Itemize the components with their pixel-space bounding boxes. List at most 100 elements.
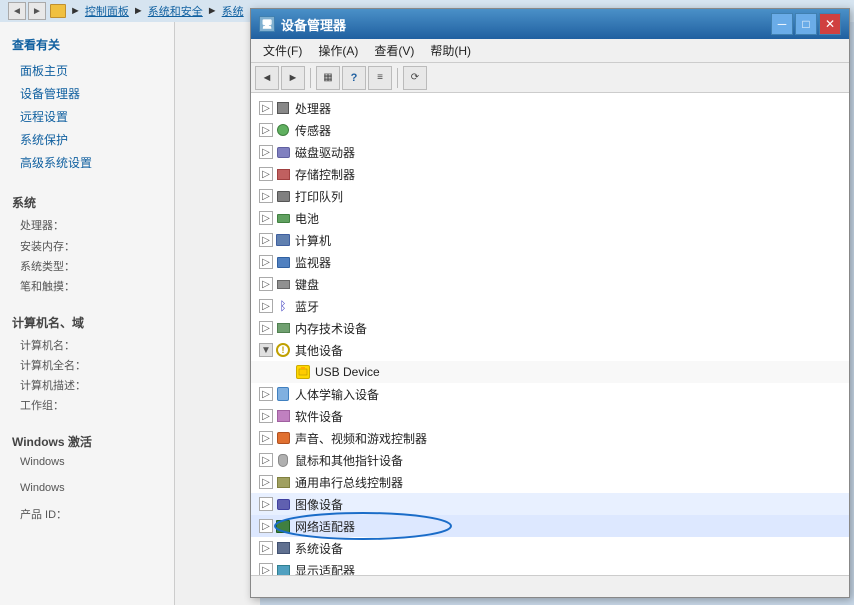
menubar: 文件(F) 操作(A) 查看(V) 帮助(H) [251,39,849,63]
tree-item-sysdev[interactable]: ▷ 系统设备 [251,537,849,559]
sidebar-item-home[interactable]: 面板主页 [0,59,174,82]
expand-keyboard[interactable]: ▷ [259,277,273,291]
tree-item-mem[interactable]: ▷ 内存技术设备 [251,317,849,339]
expand-computer[interactable]: ▷ [259,233,273,247]
expand-display[interactable]: ▷ [259,563,273,575]
icon-sysdev [275,540,291,556]
toolbar-list-button[interactable]: ≡ [368,66,392,90]
tree-item-software[interactable]: ▷ 软件设备 [251,405,849,427]
tree-item-storage[interactable]: ▷ 存储控制器 [251,163,849,185]
tree-item-network[interactable]: ▷ 网络适配器 [251,515,849,537]
tree-item-usb-device[interactable]: USB Device [251,361,849,383]
tree-item-monitor[interactable]: ▷ 监视器 [251,251,849,273]
toolbar-forward-button[interactable]: ► [281,66,305,90]
label-display: 显示适配器 [295,562,355,576]
label-computer: 计算机 [295,232,331,249]
tree-item-sensor[interactable]: ▷ 传感器 [251,119,849,141]
section-activation: Windows 激活 [0,425,174,454]
expand-other[interactable]: ▼ [259,343,273,357]
expand-serial[interactable]: ▷ [259,475,273,489]
label-sysdev: 系统设备 [295,540,343,557]
expand-hid[interactable]: ▷ [259,387,273,401]
section-computername: 计算机名、域 [0,306,174,335]
label-serial: 通用串行总线控制器 [295,474,403,491]
toolbar-grid-button[interactable]: ▦ [316,66,340,90]
minimize-button[interactable]: ─ [771,13,793,35]
maximize-button[interactable]: □ [795,13,817,35]
back-button[interactable]: ◄ [8,2,26,20]
label-processor: 处理器 [295,100,331,117]
label-monitor: 监视器 [295,254,331,271]
expand-print[interactable]: ▷ [259,189,273,203]
device-tree[interactable]: ▷ 处理器 ▷ 传感器 ▷ 磁盘驱动器 ▷ 存储控制器 ▷ 打印队列 [251,93,849,575]
icon-bluetooth: ᛒ [275,298,291,314]
forward-button[interactable]: ► [28,2,46,20]
close-button[interactable]: ✕ [819,13,841,35]
toolbar-refresh-button[interactable]: ⟳ [403,66,427,90]
menu-action[interactable]: 操作(A) [310,40,366,61]
breadcrumb-item3[interactable]: 系统 [222,3,244,19]
expand-bluetooth[interactable]: ▷ [259,299,273,313]
label-disk: 磁盘驱动器 [295,144,355,161]
info-memory: 安装内存： [0,236,174,256]
tree-item-hid[interactable]: ▷ 人体学输入设备 [251,383,849,405]
icon-hid [275,386,291,402]
titlebar-left: 🖥 设备管理器 [259,15,346,34]
tree-item-processor[interactable]: ▷ 处理器 [251,97,849,119]
tree-item-print[interactable]: ▷ 打印队列 [251,185,849,207]
titlebar-buttons[interactable]: ─ □ ✕ [771,13,841,35]
tree-item-camera[interactable]: ▷ 图像设备 [251,493,849,515]
expand-monitor[interactable]: ▷ [259,255,273,269]
toolbar-back-button[interactable]: ◄ [255,66,279,90]
tree-item-battery[interactable]: ▷ 电池 [251,207,849,229]
icon-disk [275,144,291,160]
icon-sound [275,430,291,446]
expand-camera[interactable]: ▷ [259,497,273,511]
expand-sensor[interactable]: ▷ [259,123,273,137]
label-mem: 内存技术设备 [295,320,367,337]
label-software: 软件设备 [295,408,343,425]
label-sensor: 传感器 [295,122,331,139]
menu-view[interactable]: 查看(V) [366,40,422,61]
icon-processor [275,100,291,116]
tree-item-keyboard[interactable]: ▷ 键盘 [251,273,849,295]
sidebar-item-advanced[interactable]: 高级系统设置 [0,151,174,174]
toolbar: ◄ ► ▦ ? ≡ ⟳ [251,63,849,93]
tree-item-computer[interactable]: ▷ 计算机 [251,229,849,251]
expand-storage[interactable]: ▷ [259,167,273,181]
breadcrumb-sep1: ► [70,5,81,17]
tree-item-disk[interactable]: ▷ 磁盘驱动器 [251,141,849,163]
expand-mouse[interactable]: ▷ [259,453,273,467]
menu-help[interactable]: 帮助(H) [422,40,479,61]
tree-item-sound[interactable]: ▷ 声音、视频和游戏控制器 [251,427,849,449]
expand-processor[interactable]: ▷ [259,101,273,115]
tree-item-other[interactable]: ▼ ! 其他设备 [251,339,849,361]
label-network: 网络适配器 [295,518,355,535]
sidebar-item-remote[interactable]: 远程设置 [0,105,174,128]
expand-software[interactable]: ▷ [259,409,273,423]
folder-icon [50,4,66,18]
sidebar-item-protection[interactable]: 系统保护 [0,128,174,151]
menu-file[interactable]: 文件(F) [255,40,310,61]
tree-item-display[interactable]: ▷ 显示适配器 [251,559,849,575]
icon-camera [275,496,291,512]
tree-item-mouse[interactable]: ▷ 鼠标和其他指针设备 [251,449,849,471]
expand-sysdev[interactable]: ▷ [259,541,273,555]
breadcrumb-item2[interactable]: 系统和安全 [148,3,203,19]
expand-mem[interactable]: ▷ [259,321,273,335]
icon-mem [275,320,291,336]
sidebar-item-device-manager[interactable]: 设备管理器 [0,82,174,105]
label-keyboard: 键盘 [295,276,319,293]
info-windows2: Windows [0,480,174,496]
icon-mouse [275,452,291,468]
label-camera: 图像设备 [295,496,343,513]
breadcrumb-sep3: ► [207,5,218,17]
expand-sound[interactable]: ▷ [259,431,273,445]
breadcrumb-item1[interactable]: 控制面板 [85,3,129,19]
toolbar-help-button[interactable]: ? [342,66,366,90]
expand-network[interactable]: ▷ [259,519,273,533]
expand-battery[interactable]: ▷ [259,211,273,225]
tree-item-bluetooth[interactable]: ▷ ᛒ 蓝牙 [251,295,849,317]
tree-item-serial[interactable]: ▷ 通用串行总线控制器 [251,471,849,493]
expand-disk[interactable]: ▷ [259,145,273,159]
